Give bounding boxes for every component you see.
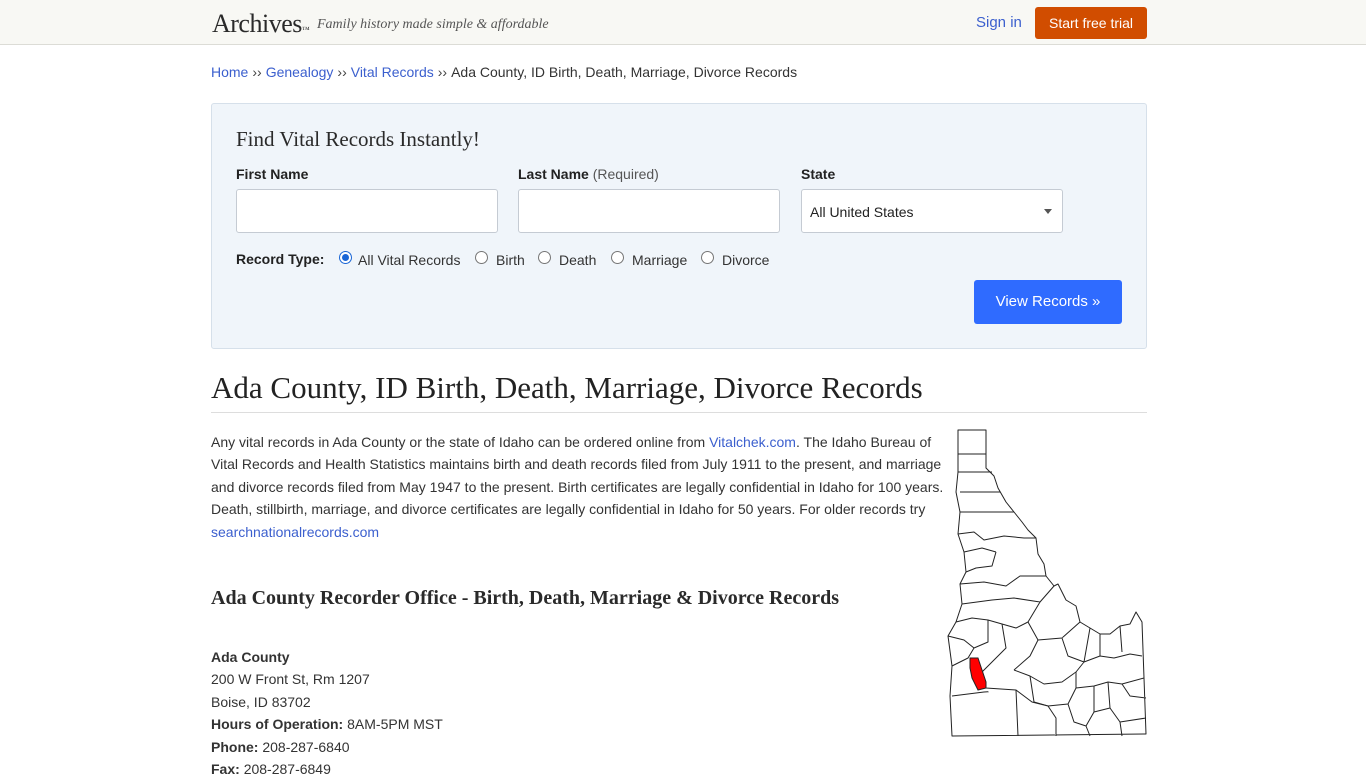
recorder-office-heading: Ada County Recorder Office - Birth, Deat… — [211, 587, 839, 609]
radio-all-vital-records[interactable] — [339, 251, 352, 264]
radio-label-divorce[interactable]: Divorce — [722, 252, 769, 268]
breadcrumb-separator: ›› — [437, 64, 448, 80]
state-select[interactable]: All United States — [801, 189, 1063, 233]
site-logo[interactable]: Archives™ — [212, 9, 310, 39]
state-label: State — [801, 166, 836, 182]
breadcrumb-current: Ada County, ID Birth, Death, Marriage, D… — [451, 64, 798, 80]
office-address-line2: Boise, ID 83702 — [211, 693, 311, 710]
radio-death[interactable] — [538, 251, 551, 264]
breadcrumb-genealogy[interactable]: Genealogy — [266, 64, 334, 80]
radio-birth[interactable] — [475, 251, 488, 264]
state-select-value: All United States — [810, 204, 914, 220]
view-records-button[interactable]: View Records » — [974, 280, 1122, 324]
phone-label: Phone: — [211, 738, 259, 755]
office-name: Ada County — [211, 649, 290, 665]
vitalchek-link[interactable]: Vitalchek.com — [709, 434, 796, 450]
sign-in-link[interactable]: Sign in — [976, 14, 1022, 32]
radio-divorce[interactable] — [701, 251, 714, 264]
top-bar: Archives™ Family history made simple & a… — [0, 0, 1366, 45]
radio-marriage[interactable] — [611, 251, 624, 264]
start-free-trial-button[interactable]: Start free trial — [1035, 7, 1147, 39]
phone-value: 208-287-6840 — [262, 738, 350, 755]
record-type-label: Record Type: — [236, 251, 325, 267]
last-name-label-text: Last Name — [518, 166, 589, 182]
caret-down-icon — [1044, 209, 1052, 214]
fax-label: Fax: — [211, 761, 240, 778]
intro-paragraph: Any vital records in Ada County or the s… — [211, 431, 947, 543]
office-fax: Fax: 208-287-6849 — [211, 758, 443, 780]
hours-label: Hours of Operation: — [211, 716, 344, 733]
breadcrumb-home[interactable]: Home — [211, 64, 248, 80]
breadcrumb: Home ›› Genealogy ›› Vital Records ›› Ada Coun… — [211, 64, 797, 80]
last-name-label: Last Name (Required) — [518, 166, 659, 182]
required-note: (Required) — [592, 166, 659, 182]
first-name-input[interactable] — [236, 189, 498, 233]
search-panel-title: Find Vital Records Instantly! — [236, 127, 480, 151]
searchnationalrecords-link[interactable]: searchnationalrecords.com — [211, 524, 379, 540]
vital-records-search-panel: Find Vital Records Instantly! First Name… — [211, 103, 1147, 349]
radio-label-all-vital-records[interactable]: All Vital Records — [358, 252, 460, 268]
breadcrumb-separator: ›› — [337, 64, 347, 80]
breadcrumb-separator: ›› — [252, 64, 262, 80]
radio-label-marriage[interactable]: Marriage — [632, 252, 687, 268]
first-name-label: First Name — [236, 166, 309, 182]
logo-trademark: ™ — [301, 25, 310, 34]
radio-label-birth[interactable]: Birth — [496, 252, 525, 268]
intro-text: Any vital records in Ada County or the s… — [211, 434, 710, 450]
office-info: Ada County 200 W Front St, Rm 1207 Boise… — [211, 646, 443, 780]
logo-text: Archives — [212, 9, 302, 38]
office-hours: Hours of Operation: 8AM-5PM MST — [211, 713, 443, 735]
office-phone: Phone: 208-287-6840 — [211, 736, 443, 758]
office-address-line1: 200 W Front St, Rm 1207 — [211, 671, 370, 688]
site-tagline: Family history made simple & affordable — [317, 17, 549, 32]
fax-value: 208-287-6849 — [243, 761, 331, 778]
title-divider — [211, 412, 1147, 413]
idaho-county-map — [947, 429, 1147, 737]
breadcrumb-vital-records[interactable]: Vital Records — [351, 64, 434, 80]
page-title: Ada County, ID Birth, Death, Marriage, D… — [211, 370, 923, 405]
radio-label-death[interactable]: Death — [559, 252, 596, 268]
last-name-input[interactable] — [518, 189, 780, 233]
hours-value: 8AM-5PM MST — [347, 716, 443, 733]
